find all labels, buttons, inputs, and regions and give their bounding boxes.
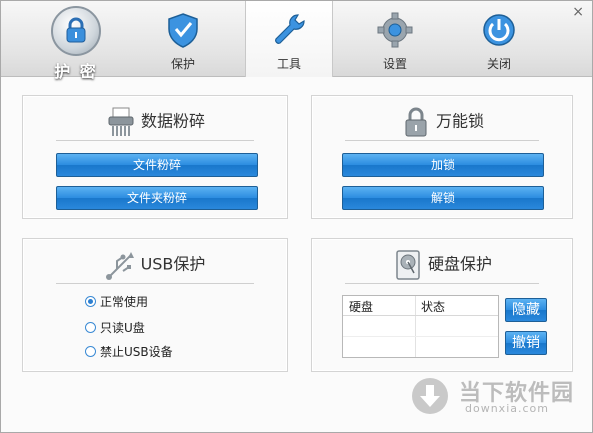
wrench-icon bbox=[275, 14, 305, 44]
radio-selected-icon bbox=[85, 296, 96, 307]
tab-close-label: 关闭 bbox=[486, 57, 511, 71]
lock-divider bbox=[345, 140, 539, 141]
disk-title: 硬盘保护 bbox=[312, 247, 572, 281]
tab-tools-label: 工具 bbox=[276, 57, 301, 71]
lock-panel: 万能锁 加锁 解锁 bbox=[311, 95, 573, 219]
unlock-button[interactable]: 解锁 bbox=[342, 186, 544, 210]
tab-protect-label: 保护 bbox=[170, 57, 195, 71]
watermark-url: downxia.com bbox=[465, 402, 549, 415]
shred-panel: 数据粉碎 文件粉碎 文件夹粉碎 bbox=[22, 95, 288, 219]
lock-button[interactable]: 加锁 bbox=[342, 153, 544, 177]
usb-option-readonly-label: 只读U盘 bbox=[100, 321, 145, 335]
usb-option-normal[interactable]: 正常使用 bbox=[85, 294, 148, 310]
app-logo: 护 密 bbox=[41, 6, 111, 81]
disk-title-text: 硬盘保护 bbox=[427, 254, 492, 274]
watermark-logo: 当下软件园 downxia.com bbox=[409, 373, 579, 421]
tab-tools[interactable]: 工具 bbox=[245, 1, 333, 77]
power-icon bbox=[483, 14, 515, 46]
disk-table[interactable]: 硬盘 状态 bbox=[342, 295, 499, 358]
close-window-button[interactable]: × bbox=[572, 5, 584, 19]
table-row bbox=[343, 316, 498, 337]
cancel-button[interactable]: 撤销 bbox=[505, 331, 547, 355]
usb-icon bbox=[105, 251, 134, 280]
usb-title: USB保护 bbox=[23, 247, 287, 281]
shredder-icon bbox=[108, 107, 134, 136]
column-header-status: 状态 bbox=[421, 300, 446, 314]
hard-disk-icon bbox=[396, 249, 420, 280]
shred-divider bbox=[56, 140, 254, 141]
usb-title-text: USB保护 bbox=[140, 254, 206, 274]
gear-icon bbox=[377, 12, 413, 48]
logo-label: 护 密 bbox=[54, 62, 98, 81]
padlock-icon bbox=[405, 107, 427, 136]
tab-protect[interactable]: 保护 bbox=[140, 1, 226, 76]
radio-unselected-icon bbox=[85, 322, 96, 333]
tab-settings-label: 设置 bbox=[382, 57, 407, 71]
download-arrow-icon bbox=[412, 378, 448, 414]
shred-title: 数据粉碎 bbox=[23, 104, 287, 138]
disk-divider bbox=[345, 283, 539, 284]
hide-button[interactable]: 隐藏 bbox=[505, 298, 547, 322]
top-toolbar: × 护 密 保护 工具 设置 关闭 bbox=[1, 1, 592, 81]
usb-option-disable-label: 禁止USB设备 bbox=[100, 345, 173, 359]
usb-option-disable[interactable]: 禁止USB设备 bbox=[85, 344, 173, 360]
table-row bbox=[343, 337, 498, 357]
folder-shred-button[interactable]: 文件夹粉碎 bbox=[56, 186, 258, 210]
usb-option-normal-label: 正常使用 bbox=[100, 295, 149, 309]
disk-table-header: 硬盘 状态 bbox=[343, 296, 498, 316]
tab-close[interactable]: 关闭 bbox=[456, 1, 542, 76]
lock-title-text: 万能锁 bbox=[435, 111, 484, 131]
padlock-shield-icon bbox=[51, 6, 101, 56]
usb-divider bbox=[56, 283, 254, 284]
radio-unselected-icon bbox=[85, 346, 96, 357]
shield-icon bbox=[168, 13, 198, 48]
app-window: × 护 密 保护 工具 设置 关闭 数据粉碎 文件粉碎 文件夹粉碎 万能锁 加锁… bbox=[0, 0, 593, 433]
column-header-disk: 硬盘 bbox=[349, 300, 374, 314]
shred-title-text: 数据粉碎 bbox=[140, 111, 205, 131]
usb-panel: USB保护 正常使用 只读U盘 禁止USB设备 bbox=[22, 238, 288, 372]
lock-title: 万能锁 bbox=[312, 104, 572, 138]
disk-panel: 硬盘保护 硬盘 状态 隐藏 撤销 bbox=[311, 238, 573, 372]
usb-option-readonly[interactable]: 只读U盘 bbox=[85, 320, 145, 336]
file-shred-button[interactable]: 文件粉碎 bbox=[56, 153, 258, 177]
tab-settings[interactable]: 设置 bbox=[352, 1, 438, 76]
